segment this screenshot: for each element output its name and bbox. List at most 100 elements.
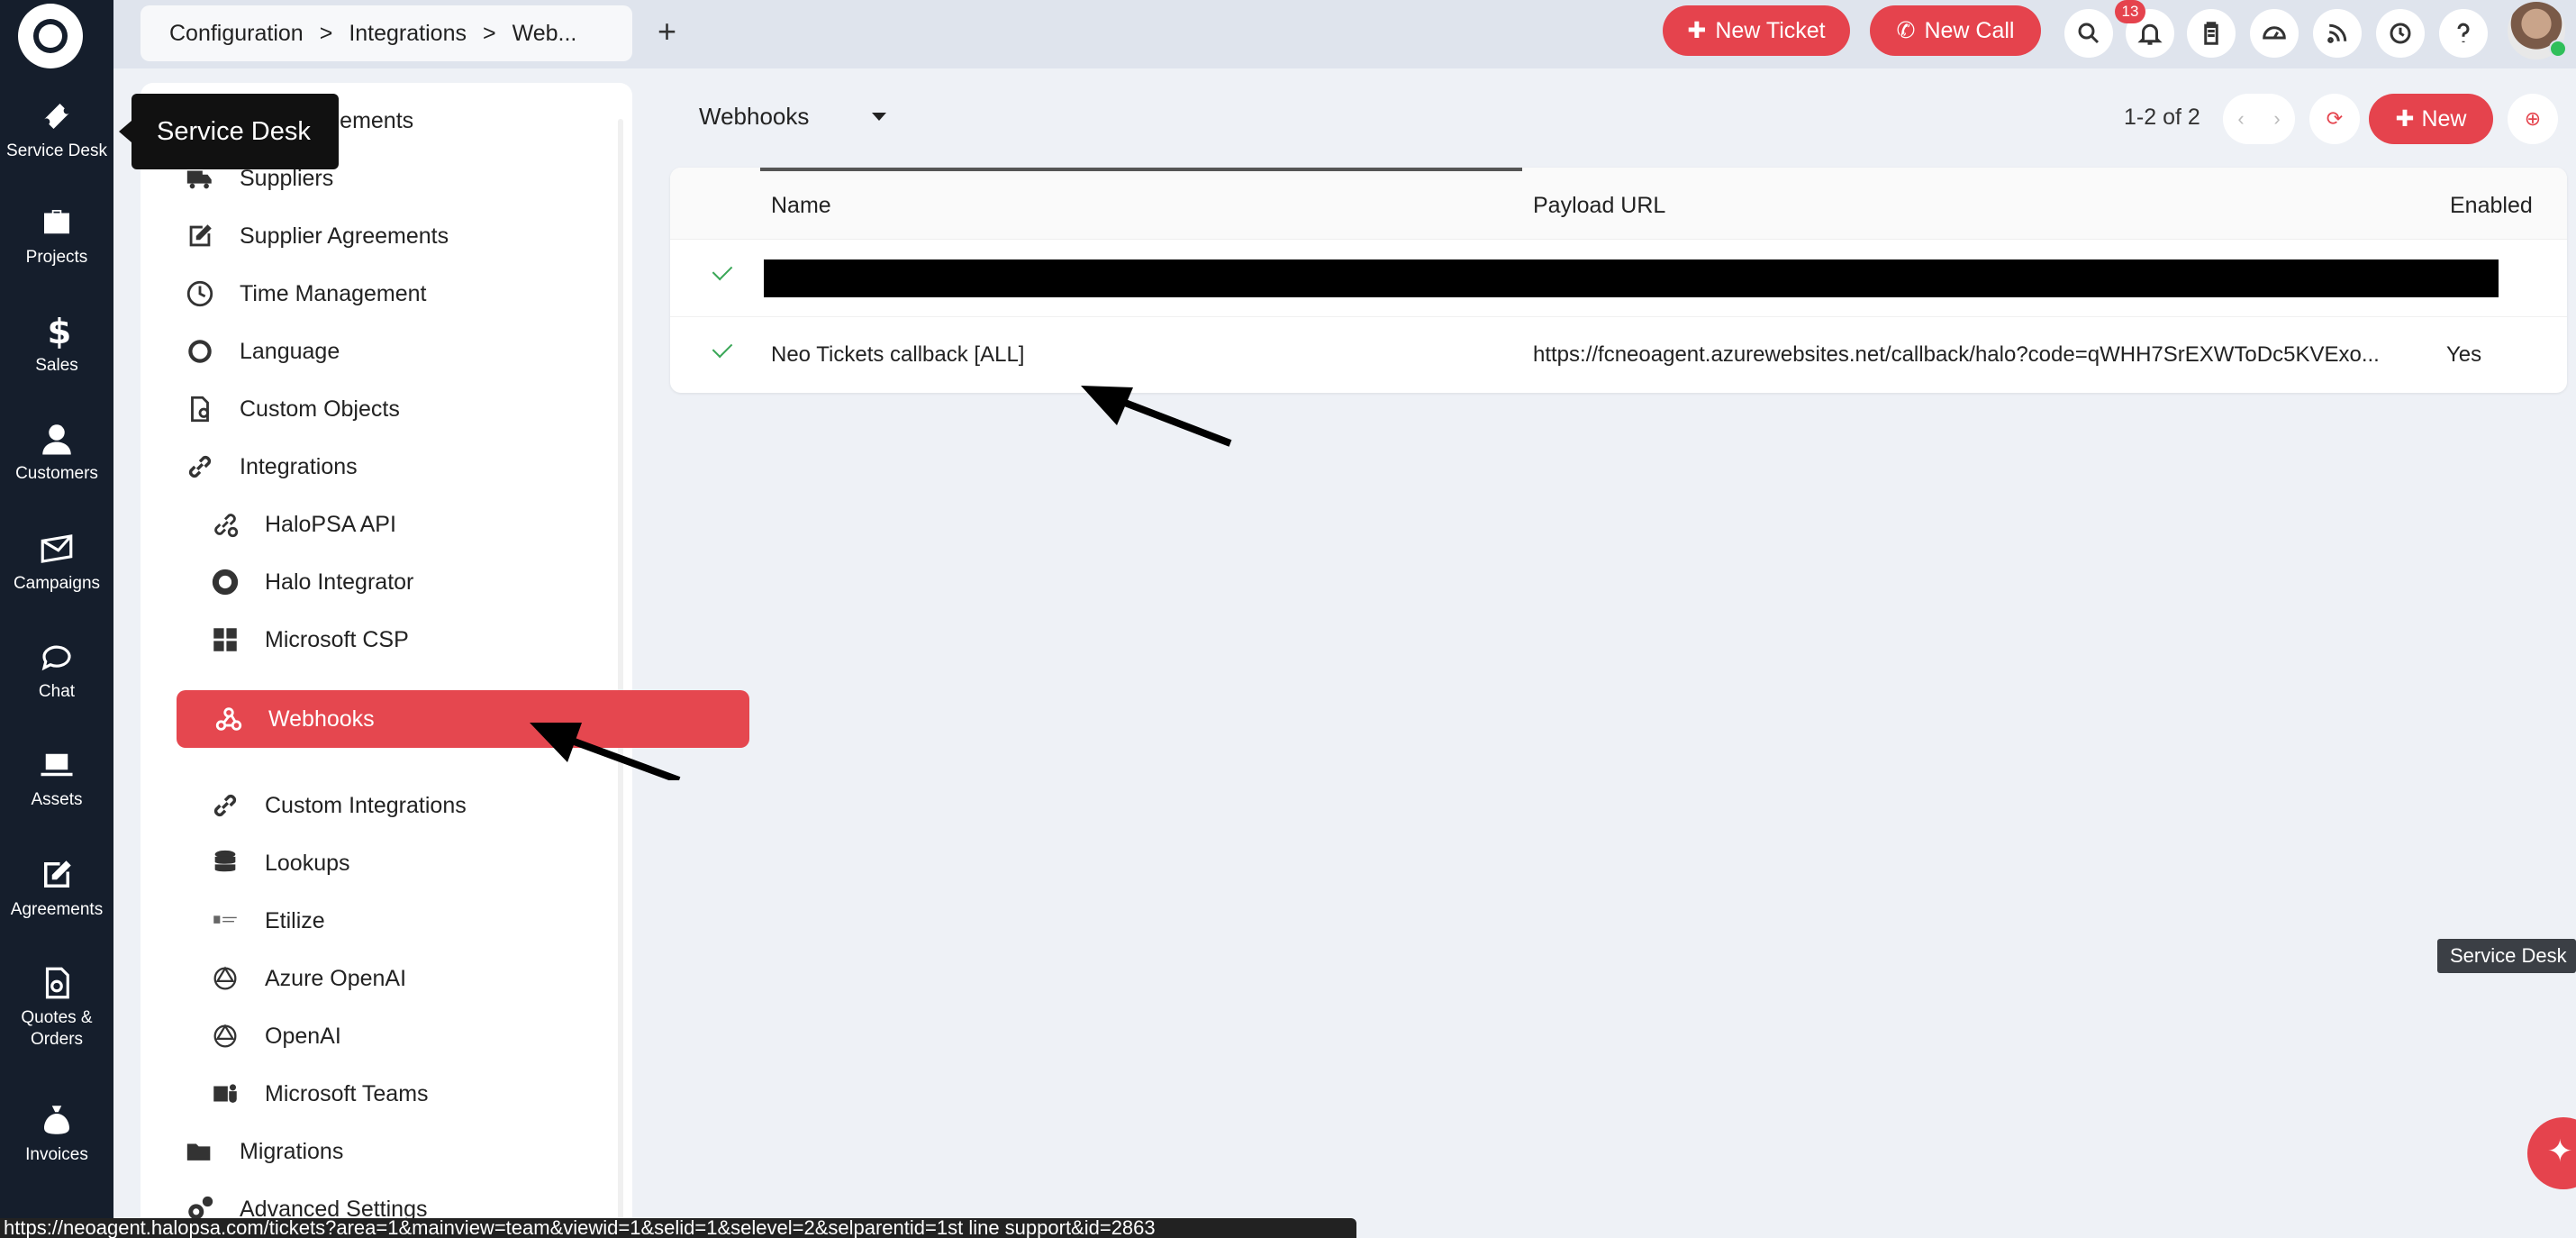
tooltip-service-desk: Service Desk — [119, 94, 339, 169]
new-ticket-button[interactable]: ✚ New Ticket — [1663, 5, 1850, 56]
new-call-button[interactable]: ✆ New Call — [1870, 5, 2041, 56]
menu-item-migrations[interactable]: Migrations — [141, 1123, 609, 1180]
menu-item-label: OpenAI — [265, 1023, 341, 1049]
menu-item-supplier-agreements[interactable]: Supplier Agreements — [141, 207, 609, 265]
new-ticket-label: New Ticket — [1715, 17, 1826, 43]
rail-item-projects[interactable]: Projects — [0, 204, 113, 269]
avatar[interactable] — [2508, 2, 2567, 59]
rail-label: Campaigns — [13, 574, 101, 593]
menu-item-language[interactable]: Language — [141, 323, 609, 380]
column-header-name[interactable]: Name — [771, 193, 831, 219]
rail-item-quotes-orders[interactable]: Quotes & Orders — [0, 964, 113, 1051]
menu-item-integrations[interactable]: Integrations — [141, 438, 609, 496]
pager-nav[interactable]: ‹ › — [2223, 94, 2295, 144]
menu-item-microsoft-csp[interactable]: Microsoft CSP — [141, 611, 609, 669]
menu-item-custom-integrations[interactable]: Custom Integrations — [141, 777, 609, 834]
column-header-enabled[interactable]: Enabled — [2450, 193, 2533, 219]
breadcrumb-item[interactable]: Configuration — [169, 21, 304, 47]
rail-label: Projects — [25, 248, 88, 267]
chevron-right-icon[interactable]: › — [2273, 107, 2280, 131]
config-menu: ...vel Agreements Suppliers Supplier Agr… — [141, 83, 749, 1238]
menu-item-halo-integrator[interactable]: Halo Integrator — [141, 553, 609, 611]
scrollbar[interactable] — [618, 119, 623, 1227]
menu-item-label: Time Management — [240, 280, 427, 306]
webhook-icon — [211, 701, 247, 737]
help-button[interactable] — [2439, 9, 2488, 58]
rail-label: Customers — [15, 464, 98, 483]
globe-button[interactable]: ⊕ — [2508, 94, 2558, 144]
menu-item-label: Migrations — [240, 1138, 344, 1164]
breadcrumb[interactable]: Configuration > Integrations > Web... — [141, 5, 632, 61]
feed-button[interactable] — [2313, 9, 2362, 58]
rail-item-sales[interactable]: $ Sales — [0, 312, 113, 377]
menu-item-microsoft-teams[interactable]: Microsoft Teams — [141, 1065, 609, 1123]
rail-item-campaigns[interactable]: Campaigns — [0, 530, 113, 595]
check-icon — [712, 259, 733, 281]
menu-item-etilize[interactable]: Etilize — [141, 892, 609, 950]
link-add-icon — [207, 506, 243, 542]
link-icon — [207, 787, 243, 824]
column-header-payload-url[interactable]: Payload URL — [1533, 193, 1665, 219]
menu-item-custom-objects[interactable]: Custom Objects — [141, 380, 609, 438]
view-select[interactable]: Webhooks — [699, 103, 887, 131]
annotation-arrow — [1081, 386, 1232, 447]
menu-item-label: HaloPSA API — [265, 511, 396, 537]
globe-icon — [182, 333, 218, 369]
menu-item-lookups[interactable]: Lookups — [141, 834, 609, 892]
new-button[interactable]: ✚ New — [2369, 94, 2493, 144]
table-header: Name Payload URL Enabled — [670, 168, 2567, 240]
bell-icon — [2137, 23, 2163, 45]
database-icon — [207, 845, 243, 881]
menu-item-time-management[interactable]: Time Management — [141, 265, 609, 323]
main-content: Webhooks 1-2 of 2 ‹ › ⟳ ✚ New ⊕ Name Pay… — [632, 68, 2576, 1238]
cell-enabled: Yes — [2446, 342, 2482, 367]
etilize-logo-icon — [207, 903, 243, 939]
plus-icon: ✚ — [1687, 18, 1707, 43]
check-icon — [712, 337, 733, 359]
phone-icon: ✆ — [1896, 18, 1916, 43]
chevron-left-icon[interactable]: ‹ — [2237, 107, 2244, 131]
menu-item-halopsa-api[interactable]: HaloPSA API — [141, 496, 609, 553]
redacted-block — [764, 259, 2499, 297]
rail-item-service-desk[interactable]: Service Desk — [0, 97, 113, 162]
envelope-icon — [38, 530, 76, 568]
rail-item-customers[interactable]: Customers — [0, 420, 113, 485]
rss-icon — [2327, 23, 2347, 43]
rail-label: Orders — [30, 1030, 84, 1049]
breadcrumb-item[interactable]: Integrations — [349, 21, 467, 47]
menu-item-openai[interactable]: OpenAI — [141, 1007, 609, 1065]
menu-item-label: Custom Integrations — [265, 792, 467, 818]
breadcrumb-item[interactable]: Web... — [512, 21, 577, 47]
menu-item-label: Webhooks — [268, 705, 375, 732]
rail-label: Invoices — [25, 1145, 88, 1164]
menu-item-label: Microsoft CSP — [265, 626, 409, 652]
menu-item-label: Integrations — [240, 453, 358, 479]
menu-item-azure-openai[interactable]: Azure OpenAI — [141, 950, 609, 1007]
rail-label: Chat — [38, 682, 76, 701]
clipboard-button[interactable] — [2187, 9, 2236, 58]
rail-label: Quotes & — [21, 1008, 93, 1027]
link-icon — [182, 449, 218, 485]
dollar-icon: $ — [38, 312, 76, 352]
table-row[interactable]: Neo Tickets callback [ALL] https://fcneo… — [670, 317, 2567, 393]
plus-icon: ✚ — [2395, 106, 2415, 132]
refresh-button[interactable]: ⟳ — [2309, 94, 2360, 144]
annotation-arrow — [530, 723, 681, 780]
search-icon — [2078, 23, 2100, 44]
rail-item-invoices[interactable]: Invoices — [0, 1101, 113, 1166]
rail-label: Service Desk — [6, 141, 107, 160]
timesheet-button[interactable] — [2376, 9, 2425, 58]
menu-item-label: Azure OpenAI — [265, 965, 407, 991]
dashboard-button[interactable] — [2250, 9, 2299, 58]
halo-logo[interactable] — [18, 4, 83, 68]
table-row[interactable] — [670, 240, 2567, 317]
rail-item-chat[interactable]: Chat — [0, 638, 113, 703]
view-select-value: Webhooks — [699, 103, 810, 130]
rail-item-agreements[interactable]: Agreements — [0, 856, 113, 921]
search-button[interactable] — [2064, 9, 2113, 58]
rail-label: Agreements — [10, 900, 104, 919]
add-tab-button[interactable]: + — [658, 13, 676, 50]
folders-icon — [182, 1133, 218, 1170]
ring-icon — [207, 564, 243, 600]
rail-item-assets[interactable]: Assets — [0, 746, 113, 811]
